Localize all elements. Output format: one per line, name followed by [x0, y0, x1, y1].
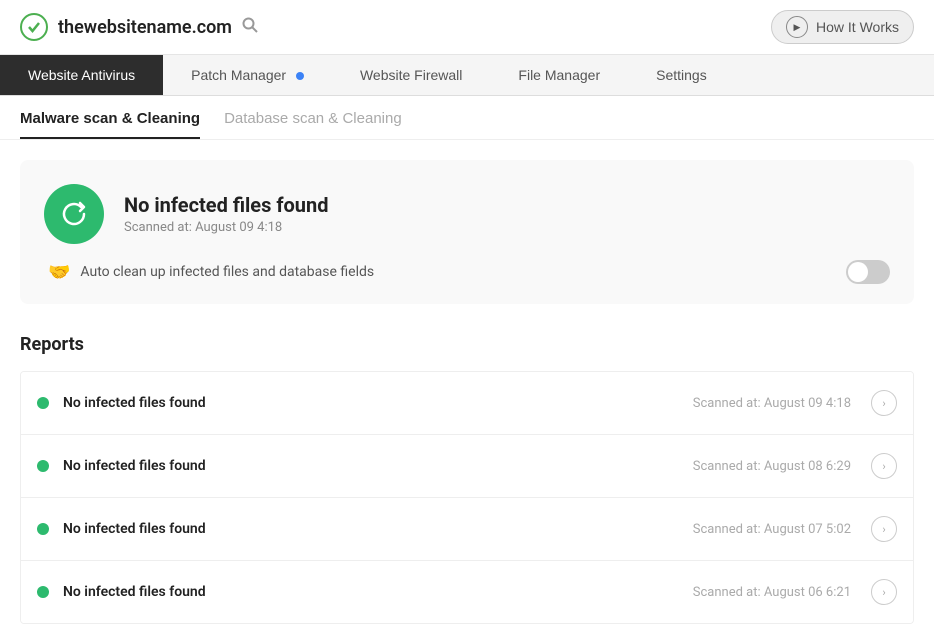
tab-patch-manager[interactable]: Patch Manager: [163, 55, 332, 95]
report-time: Scanned at: August 07 5:02: [693, 522, 851, 537]
report-detail-button[interactable]: ›: [871, 579, 897, 605]
tab-file-manager[interactable]: File Manager: [490, 55, 628, 95]
header-left: thewebsitename.com: [20, 13, 258, 41]
site-status-icon: [20, 13, 48, 41]
auto-clean-label: Auto clean up infected files and databas…: [80, 264, 836, 280]
report-item: No infected files found Scanned at: Augu…: [21, 498, 913, 561]
status-scanned-at: Scanned at: August 09 4:18: [124, 220, 328, 235]
report-label: No infected files found: [63, 521, 693, 537]
reports-title: Reports: [20, 334, 914, 355]
report-item: No infected files found Scanned at: Augu…: [21, 372, 913, 435]
patch-manager-dot: [296, 72, 304, 80]
report-list: No infected files found Scanned at: Augu…: [20, 371, 914, 624]
report-label: No infected files found: [63, 458, 693, 474]
report-time: Scanned at: August 06 6:21: [693, 585, 851, 600]
status-title: No infected files found: [124, 193, 328, 217]
refresh-icon: [44, 184, 104, 244]
report-status-dot: [37, 586, 49, 598]
report-time: Scanned at: August 09 4:18: [693, 396, 851, 411]
auto-clean-row: 🤝 Auto clean up infected files and datab…: [44, 260, 890, 284]
report-item: No infected files found Scanned at: Augu…: [21, 435, 913, 498]
sub-tab-database-scan[interactable]: Database scan & Cleaning: [224, 110, 402, 139]
status-card: No infected files found Scanned at: Augu…: [20, 160, 914, 304]
report-status-dot: [37, 460, 49, 472]
auto-clean-icon: 🤝: [48, 262, 70, 283]
status-top: No infected files found Scanned at: Augu…: [44, 184, 890, 244]
search-button[interactable]: [242, 17, 258, 38]
how-it-works-button[interactable]: ▶ How It Works: [771, 10, 914, 44]
report-label: No infected files found: [63, 584, 693, 600]
nav-tabs: Website Antivirus Patch Manager Website …: [0, 55, 934, 96]
report-label: No infected files found: [63, 395, 693, 411]
report-time: Scanned at: August 08 6:29: [693, 459, 851, 474]
tab-website-firewall[interactable]: Website Firewall: [332, 55, 490, 95]
sub-tabs: Malware scan & Cleaning Database scan & …: [0, 96, 934, 140]
report-detail-button[interactable]: ›: [871, 453, 897, 479]
report-detail-button[interactable]: ›: [871, 390, 897, 416]
sub-tab-malware-scan[interactable]: Malware scan & Cleaning: [20, 110, 200, 139]
report-status-dot: [37, 397, 49, 409]
header: thewebsitename.com ▶ How It Works: [0, 0, 934, 55]
tab-settings[interactable]: Settings: [628, 55, 735, 95]
report-detail-button[interactable]: ›: [871, 516, 897, 542]
site-name: thewebsitename.com: [58, 17, 232, 38]
reports-section: Reports No infected files found Scanned …: [0, 314, 934, 624]
auto-clean-toggle[interactable]: [846, 260, 890, 284]
how-it-works-label: How It Works: [816, 19, 899, 35]
status-text: No infected files found Scanned at: Augu…: [124, 193, 328, 235]
report-status-dot: [37, 523, 49, 535]
tab-website-antivirus[interactable]: Website Antivirus: [0, 55, 163, 95]
report-item: No infected files found Scanned at: Augu…: [21, 561, 913, 623]
play-icon: ▶: [786, 16, 808, 38]
